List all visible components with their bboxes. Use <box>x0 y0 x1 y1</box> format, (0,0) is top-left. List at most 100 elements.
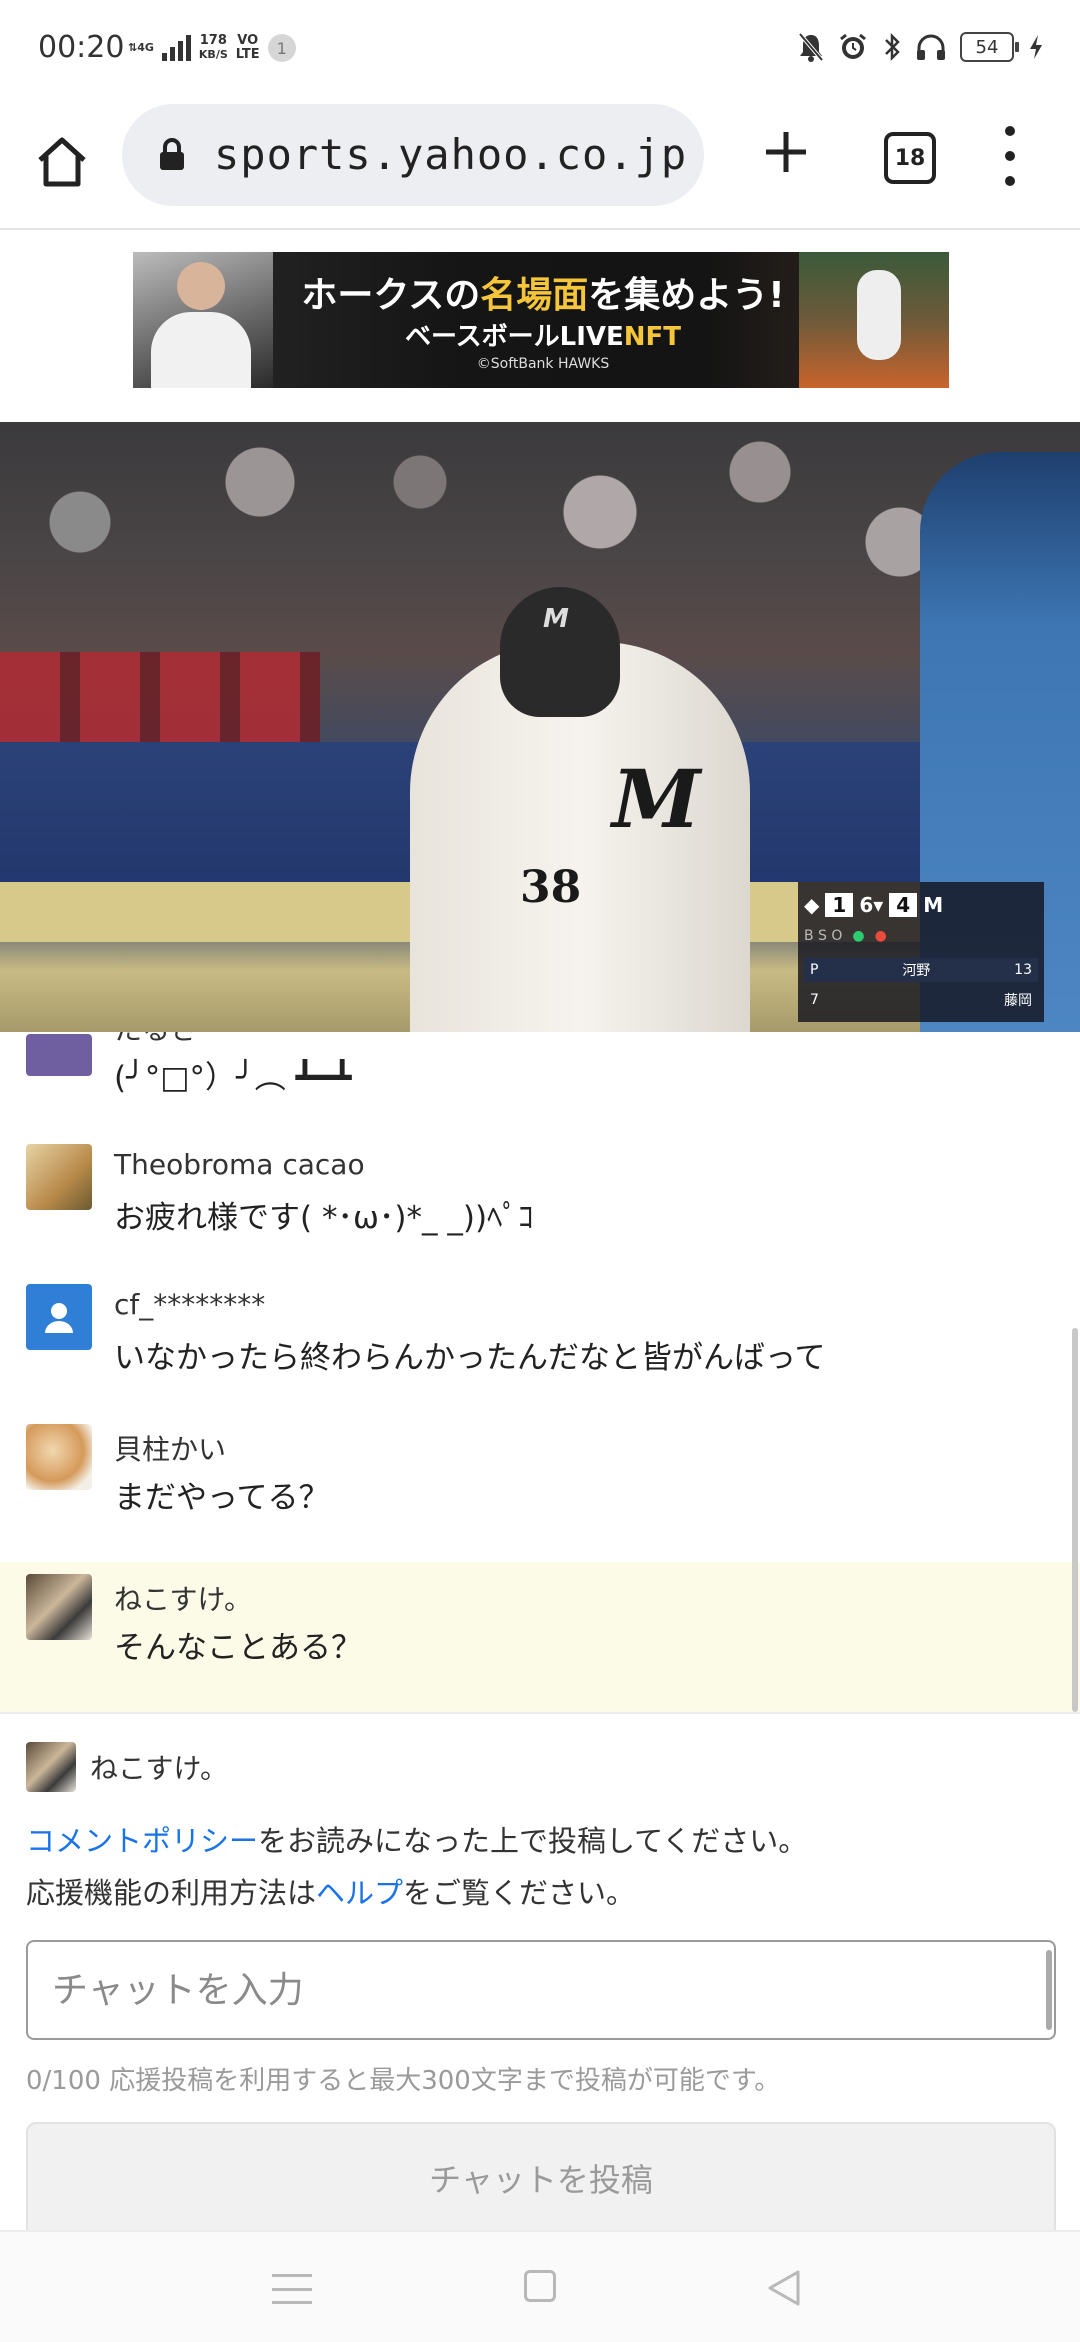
chat-message: Theobroma cacao お疲れ様です( *･ω･)*_ _))ﾍﾟｺ <box>0 1132 1080 1272</box>
counter-value: 0/100 <box>26 2066 101 2096</box>
banner-title-post: を集めよう! <box>588 275 785 316</box>
jersey-logo: M <box>612 752 701 846</box>
battery-level: 54 <box>975 36 999 58</box>
batter-row: 7 藤岡 <box>804 988 1038 1012</box>
browser-toolbar: sports.yahoo.co.jp/live 18 <box>0 100 1080 230</box>
away-team-icon: ◆ <box>804 893 820 917</box>
chat-message: 貝柱かい まだやってる？ <box>0 1412 1080 1552</box>
video-scoreboard: ◆ 1 6▾ 4 M B S O ● ● P 河野 13 7 藤岡 <box>798 882 1044 1022</box>
plus-icon[interactable] <box>756 122 816 182</box>
data-speed: 178 KB/S <box>199 34 228 62</box>
address-bar[interactable]: sports.yahoo.co.jp/live <box>122 104 704 206</box>
help-text-post: をご覧ください。 <box>403 1876 636 1910</box>
battery-icon: 54 <box>960 32 1019 62</box>
chat-scrollbar[interactable] <box>1072 1328 1078 1712</box>
system-nav-bar <box>0 2230 1080 2342</box>
more-icon[interactable] <box>992 126 1028 186</box>
chat-username: cf_******** <box>114 1288 266 1321</box>
banner-batter-image <box>799 252 949 388</box>
alarm-icon <box>840 33 866 59</box>
policy-text: をお読みになった上で投稿してください。 <box>258 1824 808 1858</box>
signal-icon <box>161 35 191 61</box>
chat-message-highlighted: ねこすけ。 そんなことある？ <box>0 1562 1080 1712</box>
bso-label: B S O <box>804 928 843 944</box>
score-row: ◆ 1 6▾ 4 M <box>804 890 1038 920</box>
ad-banner-area: ホークスの名場面を集めよう! ベースボールLIVENFT ©SoftBank H… <box>0 230 1080 422</box>
batter-order: 7 <box>810 992 819 1008</box>
network-type-label: 4G <box>137 41 154 54</box>
chat-input[interactable] <box>26 1940 1056 2040</box>
banner-player-image <box>133 252 273 388</box>
banner-credit: ©SoftBank HAWKS <box>476 356 610 372</box>
out-dot-icon: ● <box>874 928 887 944</box>
network-type: ⇅4G <box>128 41 154 54</box>
data-speed-unit: KB/S <box>198 48 228 61</box>
batter-name: 藤岡 <box>1004 993 1032 1009</box>
user-avatar <box>26 1574 92 1640</box>
home-score: 4 <box>889 893 918 917</box>
count-dot-icon: ● <box>852 928 865 944</box>
chat-list[interactable]: たるさ (╯°□°）╯︵ ┻━┻ Theobroma cacao お疲れ様です(… <box>0 1032 1080 1712</box>
status-bar: 00:20 ⇅4G 178 KB/S VO LTE 1 54 <box>0 0 1080 100</box>
pitch-count: 13 <box>1014 962 1032 978</box>
post-chat-button[interactable]: チャットを投稿 <box>26 2122 1056 2232</box>
count-row: B S O ● ● <box>804 928 887 944</box>
tabs-icon[interactable]: 18 <box>884 132 936 184</box>
character-counter: 0/100 応援投稿を利用すると最大300文字まで投稿が可能です。 <box>26 2060 780 2097</box>
jersey-number: 38 <box>520 862 582 913</box>
tab-count: 18 <box>894 145 926 171</box>
user-avatar <box>26 1424 92 1490</box>
live-video-player[interactable]: M M 38 ◆ 1 6▾ 4 M B S O ● ● P 河野 13 7 藤岡 <box>0 422 1080 1032</box>
help-link[interactable]: ヘルプ <box>316 1876 403 1910</box>
default-user-icon <box>26 1284 92 1350</box>
chat-text: まだやってる？ <box>114 1480 330 1516</box>
banner-subtitle-nft: NFT <box>623 322 682 352</box>
home-square-icon[interactable] <box>524 2270 556 2302</box>
banner-title: ホークスの名場面を集めよう! <box>283 266 803 318</box>
chat-username: ねこすけ。 <box>114 1583 253 1616</box>
user-avatar <box>26 1144 92 1210</box>
pitcher-row: P 河野 13 <box>804 958 1038 982</box>
chat-text: (╯°□°）╯︵ ┻━┻ <box>114 1060 352 1096</box>
counter-note: 応援投稿を利用すると最大300文字まで投稿が可能です。 <box>109 2066 781 2096</box>
lock-icon <box>160 138 184 170</box>
headphones-icon <box>917 34 945 60</box>
chat-username: 貝柱かい <box>114 1433 227 1466</box>
chat-text: いなかったら終わらんかったんだなと皆がんばって <box>114 1340 826 1376</box>
inning: 6▾ <box>859 893 884 917</box>
back-triangle-icon[interactable] <box>766 2268 802 2308</box>
chat-message: たるさ (╯°□°）╯︵ ┻━┻ <box>0 1032 1080 1132</box>
home-icon[interactable] <box>30 130 94 194</box>
ad-banner[interactable]: ホークスの名場面を集めよう! ベースボールLIVENFT ©SoftBank H… <box>133 252 949 388</box>
current-user: ねこすけ。 <box>26 1742 228 1792</box>
chat-username: たるさ <box>114 1032 198 1048</box>
banner-title-pre: ホークスの <box>301 275 481 316</box>
chat-text: お疲れ様です( *･ω･)*_ _))ﾍﾟｺ <box>114 1200 534 1236</box>
banner-subtitle-text: ベースボールLIVE <box>404 322 624 352</box>
chat-message: cf_******** いなかったら終わらんかったんだなと皆がんばって <box>0 1272 1080 1412</box>
input-scrollbar <box>1046 1950 1052 2030</box>
chat-username: Theobroma cacao <box>114 1148 365 1181</box>
home-team-icon: M <box>923 893 944 917</box>
help-text-pre: 応援機能の利用方法は <box>26 1876 317 1910</box>
comment-policy-link[interactable]: コメントポリシー <box>26 1824 258 1858</box>
volte-bottom: LTE <box>235 47 260 62</box>
mute-bell-icon <box>798 32 824 62</box>
inning-number: 6 <box>859 893 874 917</box>
chat-text: そんなことある？ <box>114 1630 362 1666</box>
banner-subtitle: ベースボールLIVENFT <box>283 316 803 353</box>
status-time: 00:20 <box>38 30 125 65</box>
volte-indicator: VO LTE <box>236 34 260 62</box>
chat-compose: ねこすけ。 コメントポリシーをお読みになった上で投稿してください。 応援機能の利… <box>0 1712 1080 2232</box>
data-speed-value: 178 <box>199 33 227 48</box>
charging-icon <box>1030 35 1042 59</box>
avatar <box>26 1742 76 1792</box>
pitcher-label: P <box>810 962 819 978</box>
url-text[interactable]: sports.yahoo.co.jp/live <box>214 130 684 179</box>
recent-apps-icon[interactable] <box>272 2274 312 2304</box>
bluetooth-icon <box>885 32 900 62</box>
volte-top: VO <box>237 33 259 48</box>
current-username: ねこすけ。 <box>90 1752 229 1785</box>
user-avatar <box>26 1034 92 1076</box>
network-indicators: ⇅4G 178 KB/S VO LTE 1 <box>128 34 296 62</box>
